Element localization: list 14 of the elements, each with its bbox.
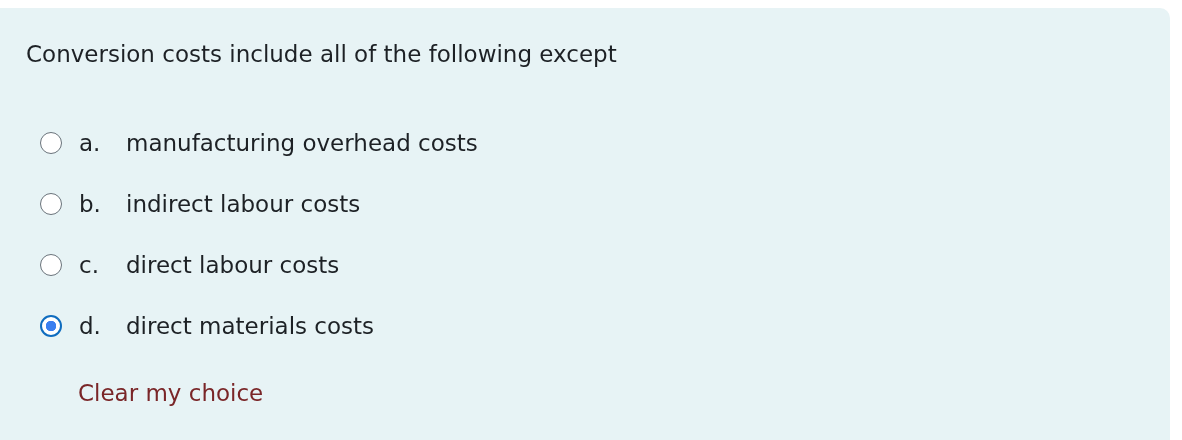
option-letter: a. bbox=[79, 129, 102, 156]
radio-button[interactable] bbox=[40, 314, 62, 337]
option-text: direct labour costs bbox=[126, 251, 340, 278]
option-letter: c. bbox=[79, 251, 100, 278]
option-text: indirect labour costs bbox=[126, 190, 361, 217]
radio-button[interactable] bbox=[40, 253, 62, 276]
radio-button[interactable] bbox=[40, 192, 62, 215]
option-letter: b. bbox=[79, 190, 102, 217]
clear-choice-link[interactable]: Clear my choice bbox=[78, 380, 264, 406]
option-letter: d. bbox=[79, 312, 102, 339]
radio-button[interactable] bbox=[40, 131, 62, 154]
option-text: manufacturing overhead costs bbox=[126, 129, 478, 156]
option-text: direct materials costs bbox=[126, 312, 375, 339]
question-text: Conversion costs include all of the following except bbox=[26, 40, 618, 69]
